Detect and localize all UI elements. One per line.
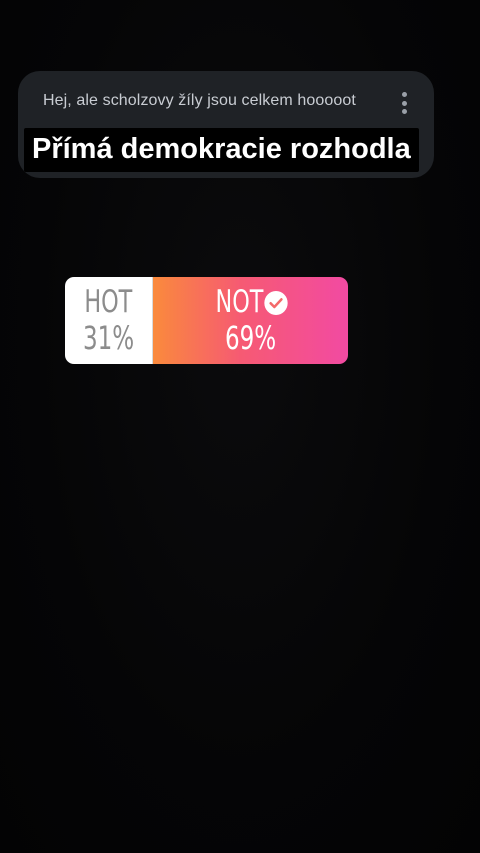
more-vertical-icon bbox=[401, 92, 407, 97]
question-text: Hej, ale scholzovy žíly jsou celkem hooo… bbox=[43, 92, 356, 109]
poll-option-hot[interactable]: HOT 31% bbox=[65, 277, 153, 364]
poll-option-label: HOT bbox=[85, 287, 133, 318]
poll-option-not-label: NOT bbox=[215, 284, 264, 320]
poll-option-label: NOT bbox=[215, 284, 288, 320]
poll-option-hot-percent: 31% bbox=[82, 319, 135, 357]
more-vertical-icon-dot bbox=[401, 109, 407, 114]
check-circle-icon bbox=[264, 290, 288, 315]
story-caption: Přímá demokracie rozhodla bbox=[24, 128, 419, 172]
poll-option-hot-label: HOT bbox=[84, 284, 133, 320]
more-options-button[interactable] bbox=[396, 89, 412, 117]
poll-option-not-percent: 69% bbox=[224, 319, 277, 357]
story-screen: Hej, ale scholzovy žíly jsou celkem hooo… bbox=[0, 0, 480, 853]
more-vertical-icon-dot bbox=[401, 100, 407, 106]
poll-option-not[interactable]: NOT 69% bbox=[153, 277, 348, 364]
poll-sticker: HOT 31% NOT 69% bbox=[65, 277, 348, 364]
